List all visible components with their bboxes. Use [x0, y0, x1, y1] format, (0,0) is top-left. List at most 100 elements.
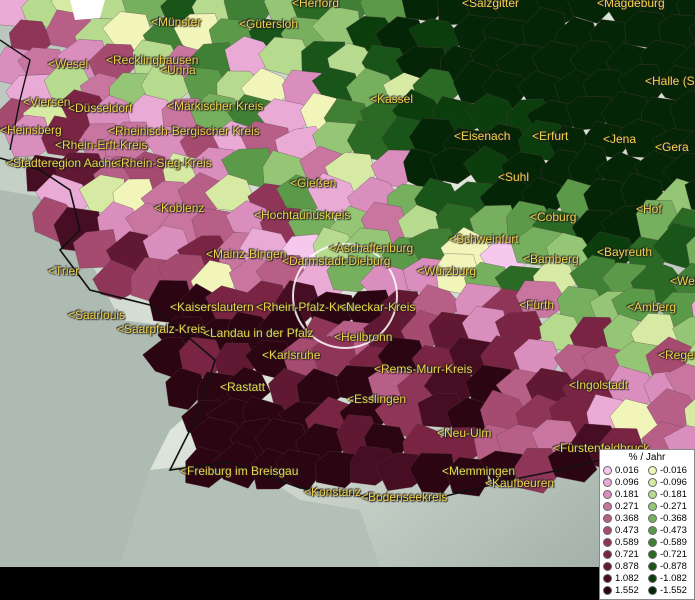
city-label[interactable]: <Amberg [627, 300, 676, 314]
legend-row-negative: -1.552 [648, 585, 687, 596]
city-label[interactable]: <Aschaffenburg [329, 241, 413, 255]
city-label[interactable]: <Darmstadt-Dieburg [282, 254, 390, 268]
city-label[interactable]: <Erfurt [532, 129, 568, 143]
city-label[interactable]: <Herford [292, 0, 339, 10]
city-label[interactable]: <Gera [655, 140, 689, 154]
city-label[interactable]: <Münster [151, 15, 201, 29]
legend-value: 0.721 [615, 549, 639, 560]
city-label[interactable]: <Düsseldorf [68, 101, 132, 115]
legend-value: -0.016 [660, 465, 687, 476]
legend-row-positive: 0.368 [603, 513, 639, 524]
city-label[interactable]: <Mainz-Bingen [206, 247, 286, 261]
legend-value: -0.096 [660, 477, 687, 488]
legend-value: -0.473 [660, 525, 687, 536]
city-label[interactable]: <Rhein-Erft-Kreis [55, 138, 147, 152]
city-label[interactable]: <Jena [603, 132, 636, 146]
city-label[interactable]: <Weiden [670, 274, 695, 288]
legend-value: -0.878 [660, 561, 687, 572]
city-label[interactable]: <Fürth [519, 298, 554, 312]
city-label[interactable]: <Hochtaunuskreis [254, 208, 350, 222]
city-label[interactable]: <Saarpfalz-Kreis [117, 322, 206, 336]
legend-swatch [648, 477, 657, 487]
legend-swatch [648, 585, 657, 595]
city-label[interactable]: <Saarlouis [68, 308, 125, 322]
legend-title: % / Jahr [628, 452, 666, 463]
city-label[interactable]: <Kassel [370, 92, 413, 106]
legend-value: 0.589 [615, 537, 639, 548]
city-label[interactable]: <Rheinisch-Bergischer Kreis [108, 124, 260, 138]
city-label[interactable]: <Konstanz [304, 485, 361, 499]
city-labels: <Münster <Gütersloh <Herford <Salzgitter <Ma… [0, 0, 695, 567]
legend-swatch [603, 561, 612, 571]
legend-row-negative: -0.721 [648, 549, 687, 560]
legend-swatch [603, 465, 612, 475]
city-label[interactable]: <Hof [636, 202, 662, 216]
city-label[interactable]: <Schweinfurt [449, 232, 519, 246]
legend-value: 0.368 [615, 513, 639, 524]
city-label[interactable]: <Gießen [290, 176, 336, 190]
legend-swatch [648, 513, 657, 523]
legend-row-negative: -0.368 [648, 513, 687, 524]
city-label[interactable]: <Heinsberg [0, 123, 62, 137]
city-label[interactable]: <Landau in der Pfalz [203, 326, 313, 340]
city-label[interactable]: <Bayreuth [597, 245, 652, 259]
legend-value: 1.082 [615, 573, 639, 584]
legend-row-negative: -0.589 [648, 537, 687, 548]
city-label[interactable]: <Trier [48, 264, 79, 278]
legend-value: -0.368 [660, 513, 687, 524]
city-label[interactable]: <Eisenach [454, 129, 510, 143]
legend-row-positive: 0.589 [603, 537, 639, 548]
legend-swatch [648, 561, 657, 571]
city-label[interactable]: <Karlsruhe [262, 348, 320, 362]
city-label[interactable]: <Rhein-Sieg-Kreis [114, 156, 212, 170]
city-label[interactable]: <Heilbronn [334, 330, 392, 344]
city-label[interactable]: <Coburg [530, 210, 576, 224]
city-label[interactable]: <Regensburg [658, 348, 695, 362]
legend-value: -0.721 [660, 549, 687, 560]
legend-row-positive: 0.181 [603, 489, 639, 500]
city-label[interactable]: <Städteregion Aachen [6, 156, 124, 170]
city-label[interactable]: <Bodenseekreis [361, 490, 447, 504]
legend-swatch [648, 501, 657, 511]
legend-row-positive: 0.271 [603, 501, 639, 512]
legend-row-positive: 0.721 [603, 549, 639, 560]
city-label[interactable]: <Ingolstadt [569, 378, 628, 392]
legend-swatch [603, 501, 612, 511]
city-label[interactable]: <Kaiserslautern [170, 300, 254, 314]
city-label[interactable]: <Koblenz [154, 201, 204, 215]
legend-value: 0.016 [615, 465, 639, 476]
city-label[interactable]: <Rems-Murr-Kreis [374, 362, 472, 376]
city-label[interactable]: <Freiburg im Breisgau [180, 464, 298, 478]
city-label[interactable]: <Wesel [48, 57, 88, 71]
city-label[interactable]: <Würzburg [417, 264, 476, 278]
legend-row-negative: -1.082 [648, 573, 687, 584]
legend-swatch [648, 489, 657, 499]
city-label[interactable]: <Suhl [498, 170, 529, 184]
city-label[interactable]: <Märkischer Kreis [167, 99, 263, 113]
city-label[interactable]: <Magdeburg [597, 0, 665, 10]
city-label[interactable]: <Salzgitter [462, 0, 519, 10]
city-label[interactable]: <Kaufbeuren [485, 476, 554, 490]
city-label[interactable]: <Gütersloh [239, 17, 298, 31]
city-label[interactable]: <Neckar-Kreis [339, 300, 415, 314]
city-label[interactable]: <Neu-Ulm [437, 426, 491, 440]
legend-swatch [648, 525, 657, 535]
city-label[interactable]: <Esslingen [347, 392, 406, 406]
city-label[interactable]: <Halle (S [645, 74, 695, 88]
legend-swatch [603, 513, 612, 523]
legend-row-negative: -0.473 [648, 525, 687, 536]
city-label[interactable]: <Viersen [23, 95, 70, 109]
legend-row-positive: 1.552 [603, 585, 639, 596]
legend-value: -1.552 [660, 585, 687, 596]
legend-row-negative: -0.878 [648, 561, 687, 572]
city-label[interactable]: <Unna [160, 63, 196, 77]
legend-value: 1.552 [615, 585, 639, 596]
city-label[interactable]: <Bamberg [523, 252, 579, 266]
legend-swatch [648, 537, 657, 547]
legend-value: -1.082 [660, 573, 687, 584]
legend-swatch [603, 573, 612, 583]
city-label[interactable]: <Rastatt [220, 380, 265, 394]
legend-swatch [603, 537, 612, 547]
legend-row-positive: 0.878 [603, 561, 639, 572]
legend-row-negative: -0.096 [648, 477, 687, 488]
